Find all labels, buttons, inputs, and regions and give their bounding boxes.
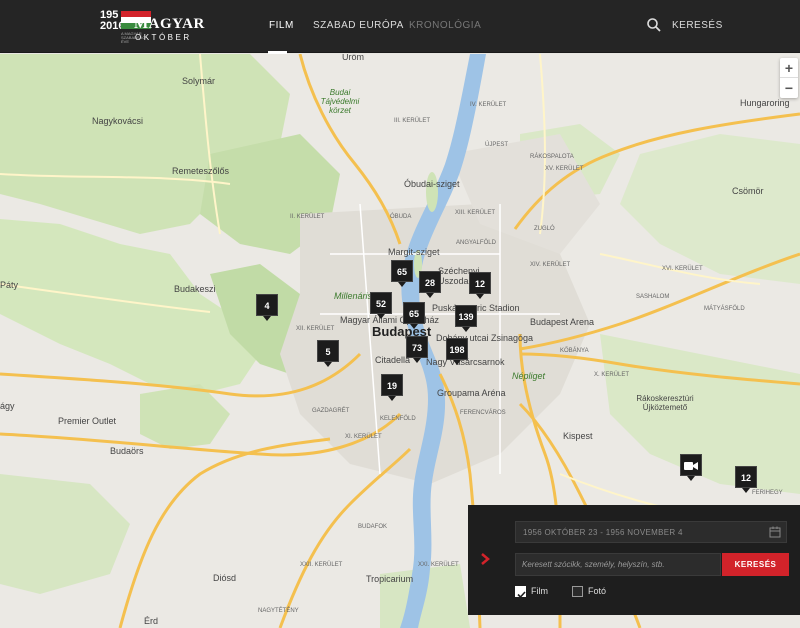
- map-marker[interactable]: 52: [370, 292, 392, 319]
- map-label-budai-tajvedelmi: Budai Tájvédelmi körzet: [320, 88, 360, 115]
- search-link[interactable]: KERESÉS: [672, 20, 723, 31]
- nav-film[interactable]: FILM: [268, 20, 294, 54]
- map-label-xxii-kerulet: XXII. KERÜLET: [300, 562, 343, 568]
- map-label-uszoda: Uszoda: [438, 276, 469, 286]
- map-label-kobanya: KŐBÁNYA: [560, 348, 589, 354]
- map-label-xvi-kerulet: XVI. KERÜLET: [662, 266, 703, 272]
- date-range-field[interactable]: 1956 OKTÓBER 23 - 1956 NOVEMBER 4: [515, 521, 787, 543]
- map-label-sashalom: SASHALOM: [636, 294, 670, 300]
- magyar-oktober-logo[interactable]: 195 2016 A MAGYAR SZABADSÁG ÉVE MAGYAR O…: [100, 9, 225, 45]
- zoom-out-button[interactable]: −: [780, 78, 798, 98]
- map-label-ferencvaros: FERENCVÁROS: [460, 410, 506, 416]
- map-label-obuda: ÓBUDA: [390, 214, 412, 220]
- map-label-premier-outlet: Premier Outlet: [58, 416, 117, 426]
- map-marker[interactable]: 19: [381, 374, 403, 401]
- filter-film-label: Film: [531, 586, 548, 596]
- map-label-solymar: Solymár: [182, 76, 216, 86]
- map-label-remeteszolos: Remeteszőlős: [172, 166, 230, 176]
- map-label-xxi-kerulet: XXI. KERÜLET: [418, 562, 459, 568]
- map-label-matyasfold: MÁTYÁSFÖLD: [704, 306, 745, 312]
- map-label-kelenfold: KELENFÖLD: [380, 416, 416, 422]
- map-marker[interactable]: 4: [256, 294, 278, 321]
- filter-foto-label: Fotó: [588, 586, 607, 596]
- logo-title: MAGYAR: [134, 16, 205, 32]
- keyword-search-input[interactable]: [515, 553, 721, 576]
- map-label-tropicarium: Tropicarium: [366, 574, 414, 584]
- map-label-ii-kerulet: II. KERÜLET: [290, 214, 325, 220]
- nav-kronologia[interactable]: KRONOLÓGIA: [409, 20, 481, 31]
- map-label-millenaris: Millenáris: [334, 291, 373, 301]
- map-label-x-kerulet: X. KERÜLET: [594, 372, 630, 378]
- map-label-stadion: ric Stadion: [477, 303, 520, 313]
- map-label-budafok: BUDAFOK: [358, 524, 388, 530]
- map-label-paty: Páty: [0, 280, 19, 290]
- map-label-margit-sziget: Margit-sziget: [388, 247, 440, 257]
- checkbox-checked-icon: [515, 586, 526, 599]
- map-marker[interactable]: 73: [406, 336, 428, 363]
- nav-szabad-europa[interactable]: SZABAD EURÓPA: [313, 20, 404, 31]
- map-marker[interactable]: 198: [446, 338, 468, 365]
- nav-active-indicator: [268, 51, 287, 54]
- map-label-rakospalota: RÁKOSPALOTA: [530, 154, 574, 160]
- video-camera-marker[interactable]: [680, 454, 702, 481]
- calendar-icon[interactable]: [769, 526, 781, 538]
- filter-film-checkbox[interactable]: Film: [515, 585, 555, 599]
- zoom-in-button[interactable]: +: [780, 58, 798, 78]
- map-marker[interactable]: 28: [419, 271, 441, 298]
- video-camera-icon: [684, 462, 698, 470]
- map-label-csomor: Csömör: [732, 186, 764, 196]
- map-label-diosd: Diósd: [213, 573, 237, 583]
- map-label-iv-kerulet: IV. KERÜLET: [470, 102, 507, 108]
- date-range-value: 1956 OKTÓBER 23 - 1956 NOVEMBER 4: [523, 528, 683, 537]
- map-label-agy: ágy: [0, 401, 15, 411]
- map-label-xii-kerulet: XII. KERÜLET: [296, 326, 335, 332]
- map-label-zuglo: ZUGLÓ: [534, 226, 555, 232]
- top-navigation-bar: 195 2016 A MAGYAR SZABADSÁG ÉVE MAGYAR O…: [0, 0, 800, 54]
- map-label-groupama: Groupama Aréna: [437, 388, 506, 398]
- map-label-angyalfold: ANGYALFÖLD: [456, 240, 496, 246]
- map-label-nagyteteny: NAGYTÉTÉNY: [258, 608, 299, 614]
- zoom-control: + −: [780, 58, 798, 98]
- map-label-urom: Üröm: [342, 54, 364, 62]
- nav-film-label: FILM: [269, 20, 294, 31]
- logo-subtitle: OKTÓBER: [135, 33, 192, 42]
- map-label-citadella: Citadella: [375, 355, 411, 365]
- map-label-gazdagret: GAZDAGRÉT: [312, 408, 350, 414]
- map-label-erd: Érd: [144, 616, 159, 626]
- checkbox-unchecked-icon: [572, 586, 583, 597]
- map-label-iii-kerulet: III. KERÜLET: [394, 118, 431, 124]
- map-label-xiv-kerulet: XIV. KERÜLET: [530, 262, 571, 268]
- map-label-ferihegy: FERIHEGY: [752, 490, 783, 496]
- map-label-kispest: Kispest: [563, 431, 593, 441]
- map-label-xi-kerulet: XI. KERÜLET: [345, 434, 382, 440]
- map-label-nagykovacsi: Nagykovácsi: [92, 116, 144, 126]
- collapse-panel-icon[interactable]: [479, 552, 491, 566]
- map-marker[interactable]: 65: [403, 302, 425, 329]
- map-marker[interactable]: 139: [455, 305, 477, 332]
- map-label-budaors: Budaörs: [110, 446, 144, 456]
- search-panel: 1956 OKTÓBER 23 - 1956 NOVEMBER 4 KERESÉ…: [468, 505, 800, 615]
- map-label-ujpest: ÚJPEST: [485, 142, 509, 148]
- map-label-rakoskeresztur: Rákoskeresztúri Újköztemető: [636, 394, 694, 412]
- map-marker[interactable]: 12: [469, 272, 491, 299]
- map-label-obudai-sziget: Óbudai-sziget: [404, 179, 460, 189]
- map-label-hungaroring: Hungaroring: [740, 98, 790, 108]
- map-marker[interactable]: 65: [391, 260, 413, 287]
- search-icon[interactable]: [646, 17, 662, 33]
- map-label-xiii-kerulet: XIII. KERÜLET: [455, 210, 496, 216]
- map-label-budakeszi: Budakeszi: [174, 284, 216, 294]
- map-marker[interactable]: 12: [735, 466, 757, 493]
- search-submit-button[interactable]: KERESÉS: [722, 553, 789, 576]
- filter-foto-checkbox[interactable]: Fotó: [572, 585, 612, 599]
- map-label-nepliget: Népliget: [512, 371, 546, 381]
- map-label-xv-kerulet: XV. KERÜLET: [545, 166, 584, 172]
- map-label-budapest-arena: Budapest Arena: [530, 317, 595, 327]
- map-marker[interactable]: 5: [317, 340, 339, 367]
